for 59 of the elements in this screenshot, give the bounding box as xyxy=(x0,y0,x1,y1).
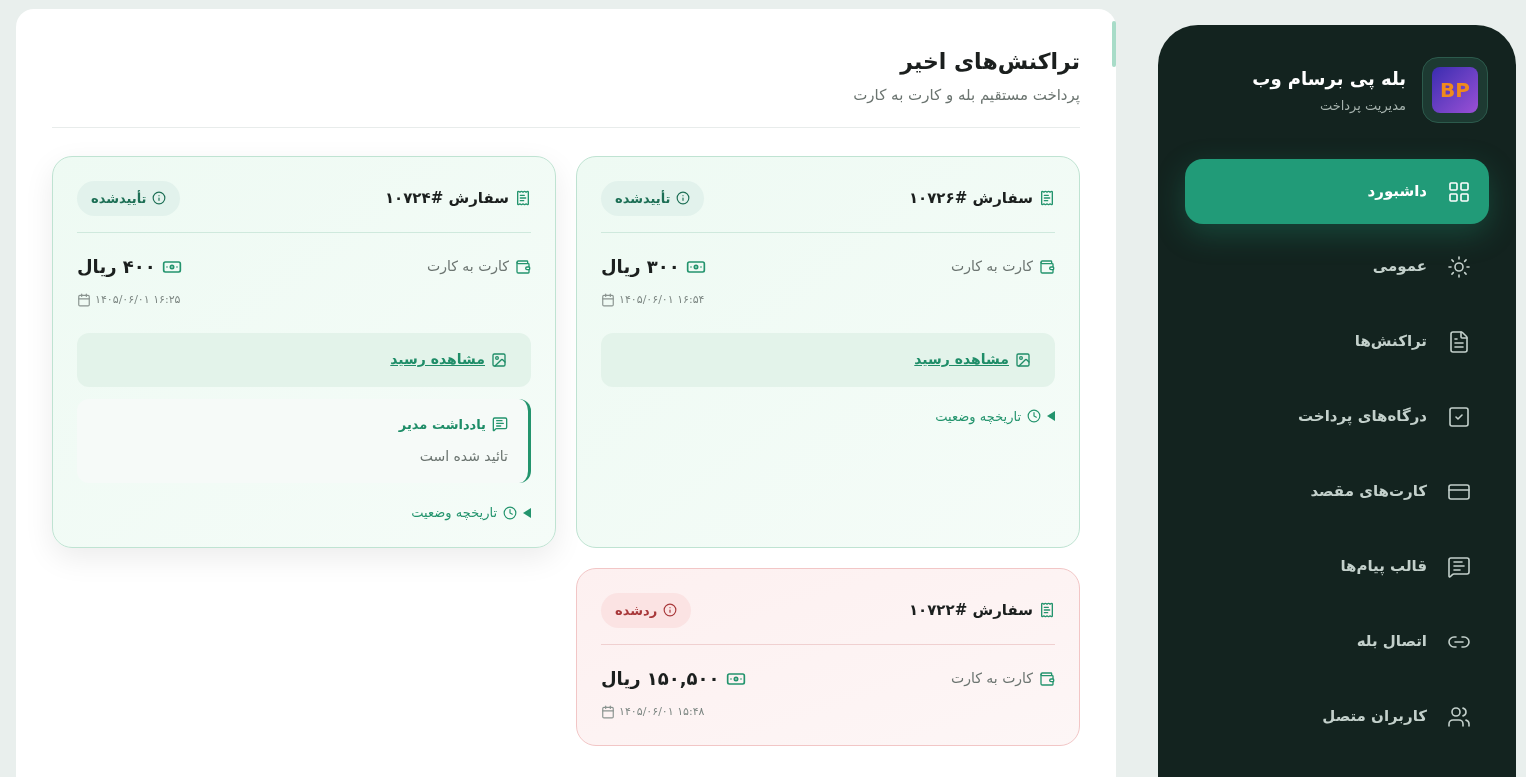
calendar-icon xyxy=(601,293,615,308)
info-icon xyxy=(676,191,691,206)
status-badge: تأییدشده xyxy=(601,180,705,216)
section-subtitle: پرداخت مستقیم بله و کارت به کارت xyxy=(852,85,1080,106)
receipt-icon xyxy=(1039,602,1055,619)
amount: ۴۰۰ ریال xyxy=(77,255,156,279)
nav-item[interactable]: تراکنش‌ها xyxy=(1185,309,1489,374)
grid-icon xyxy=(1447,179,1471,204)
nav-item[interactable]: قالب پیام‌ها xyxy=(1185,534,1489,599)
sun-icon xyxy=(1447,254,1471,279)
view-receipt-link[interactable]: مشاهده رسید xyxy=(390,349,507,370)
status-badge: ردشده xyxy=(601,592,692,628)
payment-method: کارت به کارت xyxy=(950,257,1033,277)
chat-icon xyxy=(1447,554,1471,579)
status-badge: تأییدشده xyxy=(77,180,181,216)
clock-icon xyxy=(1027,409,1041,424)
image-icon xyxy=(1015,351,1031,368)
payment-method: کارت به کارت xyxy=(426,257,509,277)
receipt-icon xyxy=(515,190,531,207)
info-icon xyxy=(663,603,678,618)
amount: ۳۰۰ ریال xyxy=(601,255,680,279)
note-text: تائید شده است xyxy=(418,447,508,466)
payment-method: کارت به کارت xyxy=(950,669,1033,689)
checkbox-icon xyxy=(1447,404,1471,429)
order-number: سفارش #۱۰۷۲۲ xyxy=(908,600,1033,621)
chat-icon xyxy=(492,416,508,433)
amount: ۱۵۰,۵۰۰ ریال xyxy=(601,667,720,691)
date-time: ۱۴۰۵/۰۶/۰۱ ۱۶:۲۵ xyxy=(95,292,181,308)
view-receipt-link[interactable]: مشاهده رسید xyxy=(914,349,1031,370)
users-icon xyxy=(1447,704,1471,729)
nav-item[interactable]: اتصال بله xyxy=(1185,609,1489,674)
date-time: ۱۴۰۵/۰۶/۰۱ ۱۵:۴۸ xyxy=(619,704,705,720)
date-time: ۱۴۰۵/۰۶/۰۱ ۱۶:۵۴ xyxy=(619,292,705,308)
nav-item[interactable]: کاربران متصل xyxy=(1185,684,1489,749)
clock-icon xyxy=(503,505,517,520)
order-number: سفارش #۱۰۷۲۶ xyxy=(908,188,1033,209)
nav-item[interactable]: عمومی xyxy=(1185,234,1489,299)
app-name: بله پی برسام وب xyxy=(1252,66,1406,92)
status-history-toggle[interactable]: تاریخچه وضعیت xyxy=(411,503,531,523)
section-title: تراکنش‌های اخیر xyxy=(898,48,1080,77)
scrollbar-thumb xyxy=(1112,21,1116,67)
calendar-icon xyxy=(77,293,91,308)
status-history-toggle[interactable]: تاریخچه وضعیت xyxy=(935,406,1055,426)
caret-icon xyxy=(523,507,531,518)
calendar-icon xyxy=(601,705,615,720)
wallet-icon xyxy=(515,258,531,275)
logo: BP xyxy=(1422,57,1488,123)
nav-item[interactable]: کارت‌های مقصد xyxy=(1185,459,1489,524)
info-icon xyxy=(152,191,167,206)
note-title: یادداشت مدیر xyxy=(398,415,486,434)
wallet-icon xyxy=(1039,670,1055,687)
image-icon xyxy=(491,351,507,368)
app-subtitle: مدیریت پرداخت xyxy=(1318,96,1406,116)
nav-item[interactable]: درگاه‌های پرداخت xyxy=(1185,384,1489,449)
receipt-icon xyxy=(1039,190,1055,207)
order-number: سفارش #۱۰۷۲۴ xyxy=(384,188,509,209)
wallet-icon xyxy=(1039,258,1055,275)
caret-icon xyxy=(1047,411,1055,422)
document-icon xyxy=(1447,329,1471,354)
